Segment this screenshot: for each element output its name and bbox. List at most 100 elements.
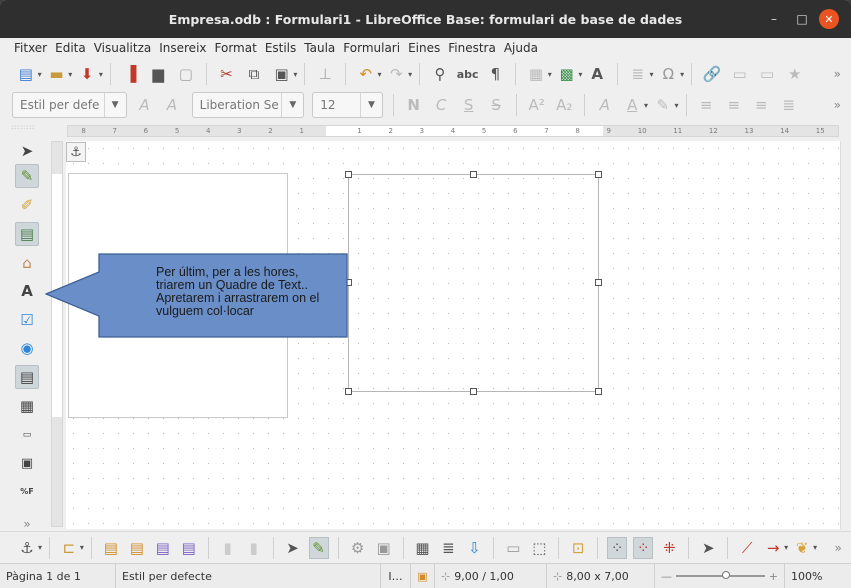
- select-pointer-icon[interactable]: ➤: [15, 139, 39, 163]
- design-mode-icon[interactable]: ✎: [15, 164, 39, 188]
- save-icon[interactable]: ⬇: [76, 63, 98, 85]
- strikethrough-icon[interactable]: S: [485, 94, 507, 116]
- chevron-down-icon[interactable]: ▾: [408, 70, 412, 79]
- align-center-icon[interactable]: ≡: [723, 94, 745, 116]
- snap-to-grid-icon[interactable]: ⁘: [633, 536, 654, 559]
- ungroup-icon[interactable]: ▮: [244, 537, 264, 559]
- line-ends-arrow-icon[interactable]: →: [763, 537, 783, 559]
- control-wizards-icon[interactable]: ✐: [15, 193, 39, 217]
- footnote-icon[interactable]: ▭: [729, 63, 751, 85]
- document-modified-icon[interactable]: ▣: [411, 564, 435, 588]
- menu-estils[interactable]: Estils: [261, 41, 300, 55]
- font-color-icon[interactable]: A: [621, 94, 643, 116]
- bookmark-icon[interactable]: ★: [784, 63, 806, 85]
- add-field-icon[interactable]: ≣: [438, 537, 458, 559]
- zoom-slider-knob[interactable]: [722, 571, 730, 579]
- resize-handle[interactable]: [345, 171, 352, 178]
- image-button-icon[interactable]: ▣: [15, 451, 39, 475]
- update-style-icon[interactable]: A: [134, 94, 156, 116]
- group-icon[interactable]: ▮: [218, 537, 238, 559]
- chevron-down-icon[interactable]: ▾: [68, 70, 72, 79]
- clear-formatting-icon[interactable]: A: [594, 94, 616, 116]
- chevron-down-icon[interactable]: ▼: [281, 93, 303, 117]
- zoom-out-button[interactable]: —: [661, 570, 672, 583]
- copy-icon[interactable]: ⧉: [243, 63, 265, 85]
- menu-edita[interactable]: Edita: [51, 41, 90, 55]
- font-size-combo[interactable]: 12 ▼: [312, 92, 383, 118]
- subscript-icon[interactable]: A₂: [553, 94, 575, 116]
- menu-taula[interactable]: Taula: [300, 41, 339, 55]
- select-icon[interactable]: ➤: [283, 537, 303, 559]
- form-properties-icon[interactable]: ▣: [374, 537, 394, 559]
- font-name-combo[interactable]: Liberation Se ▼: [191, 92, 305, 118]
- clone-formatting-icon[interactable]: ⊥: [314, 63, 336, 85]
- menu-insereix[interactable]: Insereix: [155, 41, 210, 55]
- chevron-down-icon[interactable]: ▾: [644, 101, 648, 110]
- chevron-down-icon[interactable]: ▾: [378, 70, 382, 79]
- anchor-icon[interactable]: ⚓: [17, 537, 37, 559]
- redo-icon[interactable]: ↷: [386, 63, 408, 85]
- align-left-icon[interactable]: ≡: [696, 94, 718, 116]
- text-box-icon[interactable]: A: [15, 279, 39, 303]
- resize-handle[interactable]: [595, 279, 602, 286]
- highlight-color-icon[interactable]: ✎: [652, 94, 674, 116]
- more-options-icon[interactable]: »: [827, 63, 849, 85]
- chevron-down-icon[interactable]: ▾: [80, 543, 84, 552]
- underline-icon[interactable]: S: [458, 94, 480, 116]
- cut-icon[interactable]: ✂: [216, 63, 238, 85]
- chevron-down-icon[interactable]: ▾: [548, 70, 552, 79]
- push-button-icon[interactable]: ▭: [15, 423, 39, 447]
- position-size-icon[interactable]: ⊡: [568, 537, 588, 559]
- paragraph-style-combo[interactable]: Estil per defe ▼: [12, 92, 127, 118]
- anchor-icon[interactable]: ⚓: [66, 142, 86, 162]
- zoom-slider[interactable]: [676, 571, 765, 579]
- menu-ajuda[interactable]: Ajuda: [500, 41, 542, 55]
- new-document-icon[interactable]: ▤: [15, 63, 37, 85]
- display-grid-icon[interactable]: ⁘: [607, 536, 628, 559]
- spelling-icon[interactable]: abc: [457, 63, 479, 85]
- bring-forward-icon[interactable]: ▤: [127, 537, 147, 559]
- bring-to-front-icon[interactable]: ▤: [101, 537, 121, 559]
- chevron-down-icon[interactable]: ▾: [680, 70, 684, 79]
- chevron-down-icon[interactable]: ▾: [650, 70, 654, 79]
- select-icon[interactable]: ➤: [698, 537, 718, 559]
- justify-icon[interactable]: ≣: [778, 94, 800, 116]
- menu-fitxer[interactable]: Fitxer: [10, 41, 51, 55]
- chevron-down-icon[interactable]: ▾: [784, 543, 788, 552]
- chevron-down-icon[interactable]: ▾: [293, 70, 297, 79]
- new-style-icon[interactable]: A: [161, 94, 183, 116]
- italic-icon[interactable]: C: [430, 94, 452, 116]
- more-options-icon[interactable]: »: [828, 537, 848, 559]
- bold-icon[interactable]: N: [403, 94, 425, 116]
- label-field-icon[interactable]: ⌂: [15, 251, 39, 275]
- activation-order-icon[interactable]: ⇩: [464, 537, 484, 559]
- menu-finestra[interactable]: Finestra: [444, 41, 500, 55]
- export-pdf-icon[interactable]: ▐: [120, 63, 142, 85]
- superscript-icon[interactable]: A²: [526, 94, 548, 116]
- curves-icon[interactable]: ❦: [792, 537, 812, 559]
- insert-image-icon[interactable]: ▩: [556, 63, 578, 85]
- insert-table-icon[interactable]: ▦: [525, 63, 547, 85]
- more-options-icon[interactable]: »: [827, 94, 849, 116]
- chevron-down-icon[interactable]: ▼: [359, 93, 382, 117]
- open-folder-icon[interactable]: ▬: [46, 63, 68, 85]
- undo-icon[interactable]: ↶: [355, 63, 377, 85]
- maximize-button[interactable]: □: [792, 9, 812, 29]
- insert-mode-icon[interactable]: I…: [381, 564, 411, 588]
- menu-format[interactable]: Format: [211, 41, 261, 55]
- special-character-icon[interactable]: Ω: [658, 63, 680, 85]
- chevron-down-icon[interactable]: ▾: [38, 70, 42, 79]
- resize-handle[interactable]: [595, 171, 602, 178]
- zoom-level[interactable]: 100%: [785, 564, 828, 588]
- resize-handle[interactable]: [595, 388, 602, 395]
- page-count[interactable]: Pàgina 1 de 1: [0, 564, 116, 588]
- send-backward-icon[interactable]: ▤: [153, 537, 173, 559]
- option-button-icon[interactable]: ◉: [15, 336, 39, 360]
- resize-handle[interactable]: [345, 388, 352, 395]
- comment-icon[interactable]: ▭: [756, 63, 778, 85]
- form-design-icon[interactable]: ▤: [15, 222, 39, 246]
- minimize-button[interactable]: –: [764, 9, 784, 29]
- insert-text-box-icon[interactable]: A: [586, 63, 608, 85]
- combo-box-icon[interactable]: ▦: [15, 394, 39, 418]
- automatic-control-focus-icon[interactable]: ⬚: [529, 537, 549, 559]
